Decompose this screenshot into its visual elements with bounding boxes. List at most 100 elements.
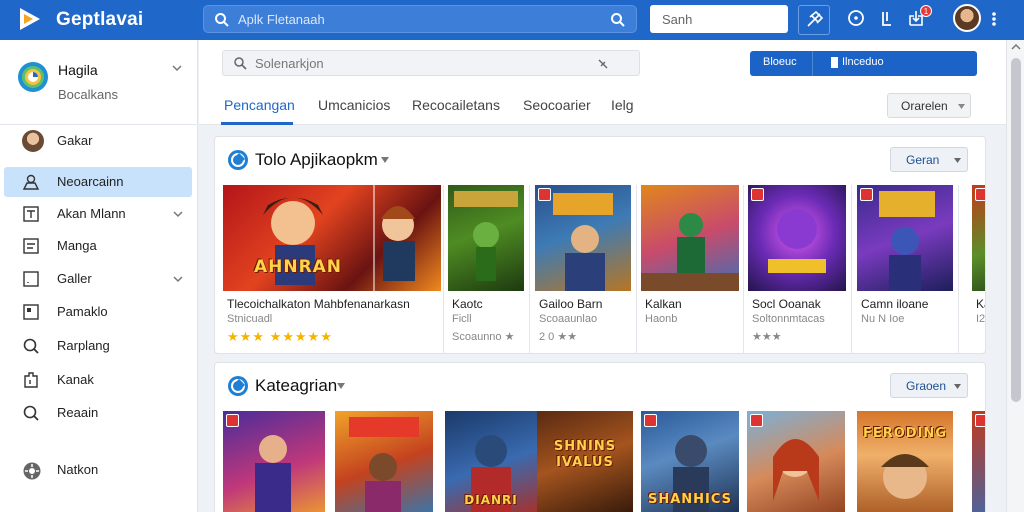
sidebar-item-label: Galler <box>57 271 92 286</box>
sort-dropdown[interactable]: Orarelen <box>887 93 971 118</box>
app-name: Camn iloane <box>861 297 929 311</box>
action-bar-right[interactable]: Ilnceduo <box>842 56 884 68</box>
note-icon <box>22 303 40 321</box>
sidebar-item-rarplang[interactable]: Rarplang <box>4 331 192 361</box>
sign-in-field[interactable]: Sanh <box>650 5 788 33</box>
app-tile[interactable]: Gailoo Barn Scoaaunlao 2 0 ★★ <box>535 185 631 351</box>
sort-dropdown-label: Orarelen <box>901 99 948 113</box>
category-tile[interactable]: FERODING <box>857 411 953 512</box>
vertical-scrollbar[interactable] <box>1006 40 1024 512</box>
app-tile[interactable]: Camn iloane Nu N Ioe <box>857 185 953 351</box>
app-name: Kaotc <box>452 297 483 311</box>
category-thumbnail[interactable]: FERODING <box>857 411 953 512</box>
app-tile[interactable]: Kaotc Ficll Scoaunno ★ <box>448 185 524 351</box>
app-developer: Soltonnmtacas <box>752 313 825 325</box>
chevron-down-icon <box>954 158 961 163</box>
app-thumbnail[interactable] <box>448 185 524 291</box>
category-thumbnail[interactable]: SHNINS IVALUS <box>537 411 633 512</box>
active-tab-indicator <box>221 122 293 125</box>
user-avatar[interactable] <box>953 4 981 32</box>
app-thumbnail[interactable] <box>857 185 953 291</box>
flag-button[interactable] <box>798 5 830 35</box>
app-thumbnail[interactable] <box>972 185 985 291</box>
category-thumbnail[interactable]: SHANHICS <box>641 411 739 512</box>
app-thumbnail[interactable] <box>748 185 846 291</box>
category-thumbnail[interactable] <box>223 411 325 512</box>
sidebar-item-label: Reaain <box>57 405 99 420</box>
content-search-input[interactable]: Solenarkjon <box>222 50 640 76</box>
app-thumbnail[interactable] <box>641 185 739 291</box>
app-tile[interactable]: Kalkan Haonb <box>641 185 739 351</box>
ad-badge <box>538 188 551 201</box>
tile-art-title: FERODING <box>862 426 947 441</box>
section-title: Kateagrian <box>255 376 338 395</box>
category-thumbnail[interactable] <box>747 411 845 512</box>
category-thumbnail[interactable]: DIANRI <box>445 411 537 512</box>
scrollbar-thumb[interactable] <box>1011 58 1021 402</box>
app-developer: Scoaaunlao <box>539 313 598 325</box>
section-view-button[interactable]: Graoen <box>890 373 968 398</box>
divider <box>743 185 744 353</box>
sidebar-item-galler[interactable]: Galler <box>4 264 192 294</box>
tab-umcanicios[interactable]: Umcanicios <box>318 97 390 113</box>
settings-icon <box>22 461 41 480</box>
category-tile[interactable]: DIANRI <box>445 411 537 512</box>
app-tile[interactable]: AHNRAN Tlecoichalkaton Mahbfenanarkasn S… <box>223 185 441 351</box>
profile-name: Hagila <box>58 62 98 78</box>
category-tile[interactable] <box>335 411 433 512</box>
category-tile[interactable] <box>223 411 325 512</box>
category-thumbnail[interactable] <box>335 411 433 512</box>
profile-logo-icon[interactable] <box>16 60 50 94</box>
sidebar-item-kanak[interactable]: Kanak <box>4 365 192 395</box>
search-submit-icon[interactable] <box>610 12 626 28</box>
app-tile[interactable]: Socl Ooanak Soltonnmtacas ★★★ <box>748 185 846 351</box>
scroll-up-icon[interactable] <box>1011 43 1021 51</box>
tab-pencangan[interactable]: Pencangan <box>224 97 295 113</box>
category-tile[interactable] <box>972 411 985 512</box>
sidebar-item-natkon[interactable]: Natkon <box>4 455 192 485</box>
category-tile[interactable]: SHANHICS <box>641 411 739 512</box>
sidebar-item-gakar[interactable]: Gakar <box>4 126 192 156</box>
sidebar-item-reaain[interactable]: Reaain <box>4 398 192 428</box>
category-tile[interactable]: SHNINS IVALUS <box>537 411 633 512</box>
ad-badge <box>644 414 657 427</box>
chevron-down-icon[interactable] <box>337 383 345 389</box>
sidebar-item-akan-mlann[interactable]: Akan Mlann <box>4 199 192 229</box>
top-bar: Geptlavai Aplk Fletanaah Sanh 1 <box>0 0 1024 40</box>
section-view-button[interactable]: Geran <box>890 147 968 172</box>
app-logo-icon[interactable] <box>18 6 42 32</box>
category-thumbnail[interactable] <box>972 411 985 512</box>
chevron-down-icon <box>954 384 961 389</box>
action-bar[interactable]: Bloeuc Ilnceduo <box>750 51 977 76</box>
microphone-icon[interactable] <box>597 57 609 69</box>
section-title: Tolo Apjikaopkm <box>255 150 378 169</box>
category-tile[interactable] <box>747 411 845 512</box>
app-rating: Scoaunno ★ <box>452 331 515 343</box>
action-bar-left[interactable]: Bloeuc <box>763 56 797 68</box>
top-apps-section: Tolo Apjikaopkm Geran AHNRAN Tlecoichalk… <box>214 136 986 354</box>
help-icon[interactable] <box>844 5 876 35</box>
download-icon[interactable] <box>874 5 906 35</box>
tab-seocoarier[interactable]: Seocoarier <box>523 97 591 113</box>
more-options-icon[interactable] <box>989 10 999 28</box>
notifications-button[interactable]: 1 <box>904 5 936 35</box>
section-view-label: Geran <box>906 153 940 167</box>
sidebar-item-pamaklo[interactable]: Pamaklo <box>4 297 192 327</box>
app-rating: 2 0 ★★ <box>539 331 578 343</box>
top-search-field[interactable]: Aplk Fletanaah <box>203 5 637 33</box>
sidebar-item-label: Neoarcainn <box>57 174 124 189</box>
content-header: Solenarkjon Bloeuc Ilnceduo Pencangan Um… <box>199 40 1006 125</box>
app-thumbnail[interactable]: AHNRAN <box>223 185 441 291</box>
chevron-down-icon[interactable] <box>172 64 182 72</box>
sidebar-item-manga[interactable]: Manga <box>4 231 192 261</box>
sidebar-item-neoarcainn[interactable]: Neoarcainn <box>4 167 192 197</box>
tab-recocailetans[interactable]: Recocailetans <box>412 97 500 113</box>
search-icon <box>22 337 40 355</box>
app-thumbnail[interactable] <box>535 185 631 291</box>
ad-badge <box>750 414 763 427</box>
app-tile[interactable]: Ka I2 <box>972 185 985 351</box>
chevron-down-icon[interactable] <box>381 157 389 163</box>
sign-in-text: Sanh <box>662 12 693 27</box>
tab-ielg[interactable]: Ielg <box>611 97 634 113</box>
sidebar-item-label: Kanak <box>57 372 94 387</box>
